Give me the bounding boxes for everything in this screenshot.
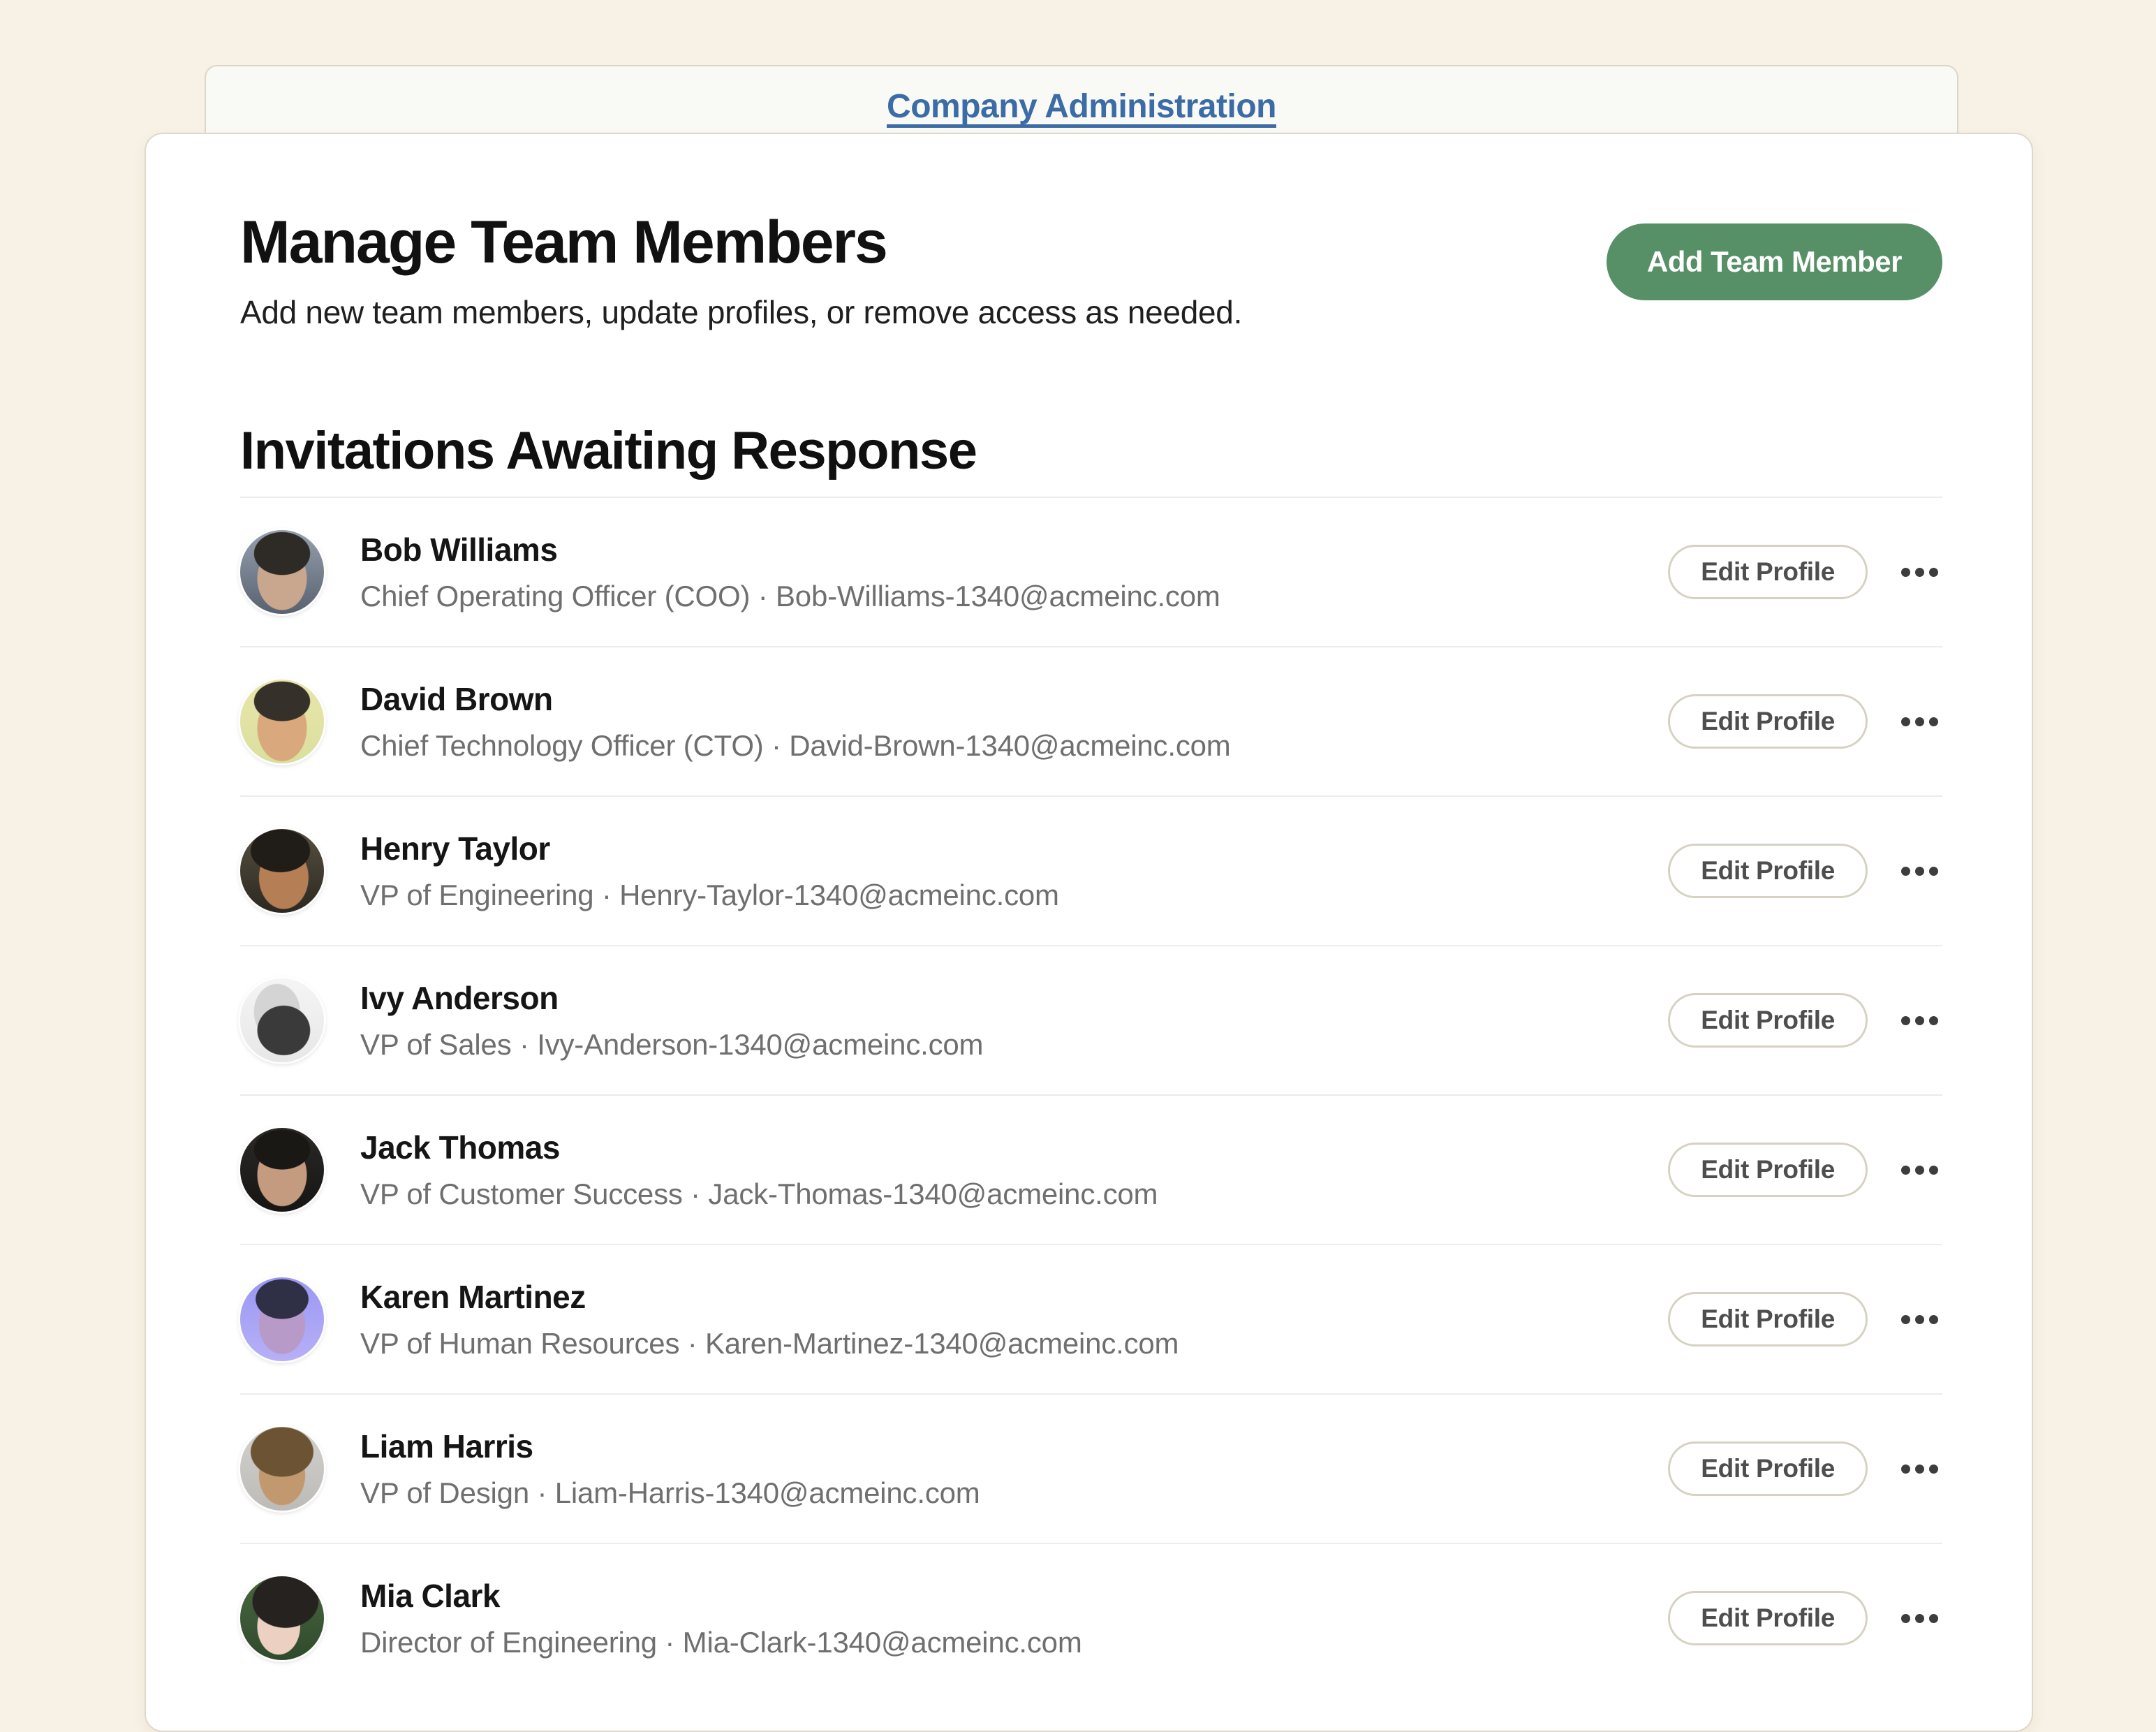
member-row: Bob Williams Chief Operating Officer (CO…	[240, 497, 1942, 646]
member-info: Henry Taylor VP of Engineering · Henry-T…	[360, 830, 1668, 912]
row-actions: Edit Profile	[1668, 545, 1942, 599]
member-meta: Director of Engineering · Mia-Clark-1340…	[360, 1626, 1668, 1659]
edit-profile-button[interactable]: Edit Profile	[1668, 694, 1868, 749]
member-meta: VP of Design · Liam-Harris-1340@acmeinc.…	[360, 1476, 1668, 1510]
ellipsis-icon[interactable]	[1897, 1006, 1942, 1035]
ellipsis-icon[interactable]	[1897, 707, 1942, 736]
member-meta: Chief Technology Officer (CTO) · David-B…	[360, 729, 1668, 763]
ellipsis-icon[interactable]	[1897, 1604, 1942, 1633]
member-info: David Brown Chief Technology Officer (CT…	[360, 680, 1668, 763]
ellipsis-icon[interactable]	[1897, 1455, 1942, 1483]
member-info: Jack Thomas VP of Customer Success · Jac…	[360, 1129, 1668, 1211]
member-name: Bob Williams	[360, 531, 1668, 568]
member-row: Karen Martinez VP of Human Resources · K…	[240, 1244, 1942, 1393]
row-actions: Edit Profile	[1668, 993, 1942, 1048]
ellipsis-icon[interactable]	[1897, 1305, 1942, 1334]
member-name: Ivy Anderson	[360, 979, 1668, 1017]
member-meta: VP of Sales · Ivy-Anderson-1340@acmeinc.…	[360, 1028, 1668, 1062]
avatar	[240, 1277, 324, 1361]
page-subtitle: Add new team members, update profiles, o…	[240, 293, 1242, 331]
member-row: Liam Harris VP of Design · Liam-Harris-1…	[240, 1393, 1942, 1543]
row-actions: Edit Profile	[1668, 1292, 1942, 1346]
member-info: Bob Williams Chief Operating Officer (CO…	[360, 531, 1668, 613]
member-meta: VP of Customer Success · Jack-Thomas-134…	[360, 1177, 1668, 1211]
edit-profile-button[interactable]: Edit Profile	[1668, 1292, 1868, 1346]
avatar	[240, 978, 324, 1062]
member-name: David Brown	[360, 680, 1668, 718]
member-row: David Brown Chief Technology Officer (CT…	[240, 646, 1942, 795]
row-actions: Edit Profile	[1668, 1143, 1942, 1197]
row-actions: Edit Profile	[1668, 694, 1942, 749]
edit-profile-button[interactable]: Edit Profile	[1668, 545, 1868, 599]
avatar	[240, 530, 324, 614]
member-meta: VP of Engineering · Henry-Taylor-1340@ac…	[360, 879, 1668, 912]
row-actions: Edit Profile	[1668, 844, 1942, 898]
avatar	[240, 829, 324, 913]
edit-profile-button[interactable]: Edit Profile	[1668, 1441, 1868, 1496]
edit-profile-button[interactable]: Edit Profile	[1668, 1143, 1868, 1197]
member-row: Henry Taylor VP of Engineering · Henry-T…	[240, 795, 1942, 945]
avatar	[240, 1128, 324, 1212]
card-header: Manage Team Members Add new team members…	[240, 134, 1942, 331]
member-name: Karen Martinez	[360, 1278, 1668, 1316]
avatar	[240, 1576, 324, 1660]
member-name: Jack Thomas	[360, 1129, 1668, 1166]
invitations-section-heading: Invitations Awaiting Response	[240, 420, 1942, 481]
ellipsis-icon[interactable]	[1897, 857, 1942, 886]
member-info: Ivy Anderson VP of Sales · Ivy-Anderson-…	[360, 979, 1668, 1062]
company-administration-link[interactable]: Company Administration	[887, 88, 1276, 125]
member-meta: VP of Human Resources · Karen-Martinez-1…	[360, 1327, 1668, 1360]
row-actions: Edit Profile	[1668, 1441, 1942, 1496]
member-name: Mia Clark	[360, 1577, 1668, 1615]
member-row: Ivy Anderson VP of Sales · Ivy-Anderson-…	[240, 945, 1942, 1094]
member-name: Liam Harris	[360, 1428, 1668, 1465]
page-title: Manage Team Members	[240, 211, 1242, 274]
edit-profile-button[interactable]: Edit Profile	[1668, 1591, 1868, 1645]
edit-profile-button[interactable]: Edit Profile	[1668, 993, 1868, 1048]
add-team-member-button[interactable]: Add Team Member	[1607, 223, 1942, 300]
avatar	[240, 680, 324, 763]
ellipsis-icon[interactable]	[1897, 558, 1942, 587]
member-name: Henry Taylor	[360, 830, 1668, 867]
invitations-list: Bob Williams Chief Operating Officer (CO…	[240, 497, 1942, 1692]
header-text: Manage Team Members Add new team members…	[240, 211, 1242, 331]
ellipsis-icon[interactable]	[1897, 1156, 1942, 1184]
edit-profile-button[interactable]: Edit Profile	[1668, 844, 1868, 898]
member-info: Karen Martinez VP of Human Resources · K…	[360, 1278, 1668, 1360]
member-info: Mia Clark Director of Engineering · Mia-…	[360, 1577, 1668, 1659]
avatar	[240, 1427, 324, 1511]
member-row: Jack Thomas VP of Customer Success · Jac…	[240, 1094, 1942, 1244]
member-meta: Chief Operating Officer (COO) · Bob-Will…	[360, 580, 1668, 613]
manage-team-card: Manage Team Members Add new team members…	[145, 133, 2033, 1732]
row-actions: Edit Profile	[1668, 1591, 1942, 1645]
member-row: Mia Clark Director of Engineering · Mia-…	[240, 1543, 1942, 1692]
member-info: Liam Harris VP of Design · Liam-Harris-1…	[360, 1428, 1668, 1510]
